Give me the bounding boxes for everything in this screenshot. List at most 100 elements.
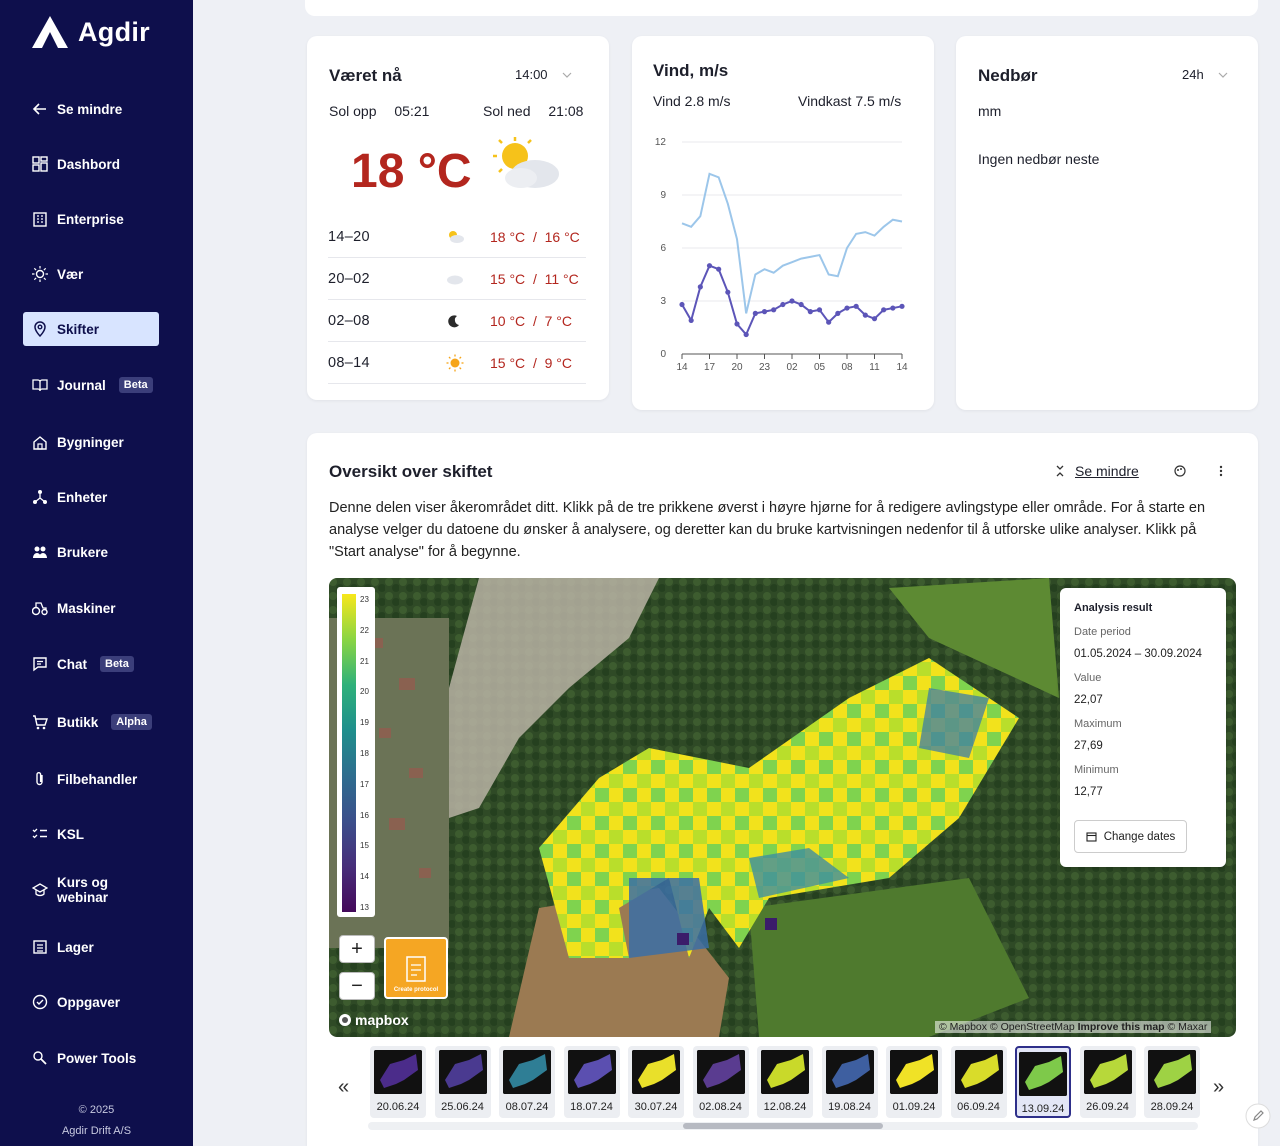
- forecast-row: 02–08 10 °C / 7 °C: [328, 300, 586, 342]
- thumbnail-date: 19.08.24: [828, 1101, 871, 1113]
- chat-icon: [33, 657, 47, 672]
- change-dates-label: Change dates: [1103, 830, 1176, 843]
- data-point: [871, 316, 878, 322]
- sidebar-item-chat[interactable]: Chat Beta: [23, 647, 159, 681]
- palette-icon[interactable]: [1174, 465, 1186, 477]
- collapse-overview-button[interactable]: Se mindre: [1055, 463, 1139, 479]
- task-icon: [32, 994, 48, 1010]
- timeline-thumbnail[interactable]: 19.08.24: [821, 1046, 878, 1118]
- analysis-result-panel: Analysis result Date period 01.05.2024 –…: [1060, 588, 1226, 867]
- dashboard-icon: [32, 156, 48, 172]
- thumbnail-image: [1148, 1050, 1196, 1094]
- timeline-prev-button[interactable]: «: [338, 1076, 349, 1099]
- zoom-out-button[interactable]: −: [339, 972, 375, 1000]
- sidebar-item-label: Bygninger: [57, 434, 124, 450]
- sidebar-item-label: Enterprise: [57, 211, 124, 227]
- y-tick-label: 6: [660, 243, 666, 254]
- thumbnail-image: [374, 1050, 422, 1094]
- sidebar-item-bygninger[interactable]: Bygninger: [23, 425, 159, 459]
- data-point: [844, 305, 850, 311]
- change-dates-button[interactable]: Change dates: [1074, 820, 1187, 853]
- calendar-icon: [1086, 832, 1097, 842]
- sidebar-item-filbehandler[interactable]: Filbehandler: [23, 762, 159, 796]
- sidebar-item-kurs-og-webinar[interactable]: Kurs og webinar: [23, 873, 159, 907]
- data-point: [706, 263, 713, 269]
- thumbnail-image: [1083, 1050, 1132, 1094]
- chevron-down-icon: [562, 72, 571, 78]
- sidebar-item-oppgaver[interactable]: Oppgaver: [23, 985, 159, 1019]
- sidebar-item-brukere[interactable]: Brukere: [23, 535, 159, 569]
- legend-tick: 23: [360, 595, 369, 604]
- improve-map-link[interactable]: Improve this map: [1078, 1021, 1165, 1033]
- sidebar-item-vær[interactable]: Vær: [23, 257, 159, 291]
- timeline-thumbnail[interactable]: 30.07.24: [628, 1046, 684, 1118]
- timeline-thumbnail[interactable]: 13.09.24: [1015, 1046, 1071, 1118]
- legend-tick: 19: [360, 718, 369, 728]
- home-icon: [33, 436, 47, 450]
- data-point: [725, 289, 731, 295]
- forecast-row: 14–20 18 °C / 16 °C: [328, 216, 586, 258]
- timeline-thumbnail[interactable]: 26.09.24: [1079, 1046, 1136, 1118]
- timeline-next-button[interactable]: »: [1213, 1076, 1224, 1099]
- sidebar-item-dashbord[interactable]: Dashbord: [23, 147, 159, 181]
- attribution-text[interactable]: © Mapbox © OpenStreetMap: [939, 1021, 1075, 1033]
- app-logo[interactable]: Agdir: [30, 14, 150, 50]
- timeline-thumbnail[interactable]: 02.08.24: [692, 1046, 749, 1118]
- sidebar-item-journal[interactable]: Journal Beta: [23, 368, 159, 402]
- sun-icon: [446, 354, 464, 371]
- edit-icon[interactable]: [1245, 1103, 1271, 1129]
- timeline-thumbnail[interactable]: 18.07.24: [563, 1046, 620, 1118]
- thumbnail-date: 13.09.24: [1021, 1103, 1065, 1115]
- data-point: [862, 312, 868, 318]
- x-tick-label: 20: [731, 362, 743, 373]
- range-dropdown[interactable]: 24h: [1182, 67, 1228, 82]
- collapse-sidebar-button[interactable]: Se mindre: [23, 92, 159, 126]
- sidebar-item-enterprise[interactable]: Enterprise: [23, 202, 159, 236]
- maximum-label: Maximum: [1074, 718, 1122, 730]
- sidebar-item-enheter[interactable]: Enheter: [23, 480, 159, 514]
- sunset-label: Sol ned: [483, 103, 531, 119]
- legend-tick: 17: [360, 779, 369, 789]
- sidebar-item-lager[interactable]: Lager: [23, 930, 159, 964]
- sidebar-item-maskiner[interactable]: Maskiner: [23, 591, 159, 625]
- legend-color-scale: [342, 594, 356, 912]
- timeline-thumbnail[interactable]: 01.09.24: [886, 1046, 942, 1118]
- forecast-row: 08–14 15 °C / 9 °C: [328, 342, 586, 384]
- sidebar-item-label: Butikk: [57, 714, 99, 730]
- data-point: [743, 331, 749, 338]
- timeline-scrollbar[interactable]: [368, 1122, 1198, 1130]
- timeline-thumbnail[interactable]: 06.09.24: [950, 1046, 1007, 1118]
- sidebar-item-skifter[interactable]: Skifter: [23, 312, 159, 346]
- timeline-thumbnail[interactable]: 12.08.24: [757, 1046, 813, 1118]
- wind-chart: 0 3 6 9 12 14 17 20 23 02 05 08 11 14: [655, 137, 908, 373]
- data-point: [761, 309, 768, 315]
- sidebar-item-butikk[interactable]: Butikk Alpha: [23, 705, 159, 739]
- y-tick-label: 12: [655, 137, 667, 148]
- precipitation-card: Nedbør 24h mm Ingen nedbør neste: [956, 36, 1258, 410]
- zoom-in-button[interactable]: +: [339, 935, 375, 963]
- data-point: [807, 309, 813, 315]
- thumbnail-image: [632, 1050, 680, 1094]
- time-dropdown[interactable]: 14:00: [515, 67, 572, 82]
- timeline-thumbnail[interactable]: 20.06.24: [370, 1046, 426, 1118]
- x-tick-label: 14: [896, 362, 908, 373]
- timeline-scrollbar-thumb[interactable]: [683, 1123, 883, 1129]
- timeline-thumbnail[interactable]: 25.06.24: [434, 1046, 491, 1118]
- sidebar-item-ksl[interactable]: KSL: [23, 817, 159, 851]
- company-name: Agdir Drift A/S: [61, 1125, 132, 1137]
- legend-tick: 18: [360, 749, 369, 758]
- create-protocol-button[interactable]: Create protocol: [384, 937, 448, 999]
- thumbnail-date: 30.07.24: [634, 1101, 678, 1113]
- more-options-icon[interactable]: [1218, 465, 1224, 477]
- y-tick-label: 9: [660, 190, 666, 201]
- timeline-thumbnail[interactable]: 28.09.24: [1144, 1046, 1200, 1118]
- timeline-thumbnail[interactable]: 08.07.24: [499, 1046, 555, 1118]
- sidebar-item-power-tools[interactable]: Power Tools: [23, 1041, 159, 1075]
- thumbnail-image: [825, 1050, 874, 1094]
- protocol-icon: [406, 956, 426, 982]
- legend-tick: 14: [360, 872, 369, 882]
- legend-tick: 20: [360, 687, 369, 697]
- maxar-text[interactable]: © Maxar: [1168, 1021, 1208, 1033]
- data-point: [734, 321, 740, 327]
- forecast-row: 20–02 15 °C / 11 °C: [328, 258, 586, 300]
